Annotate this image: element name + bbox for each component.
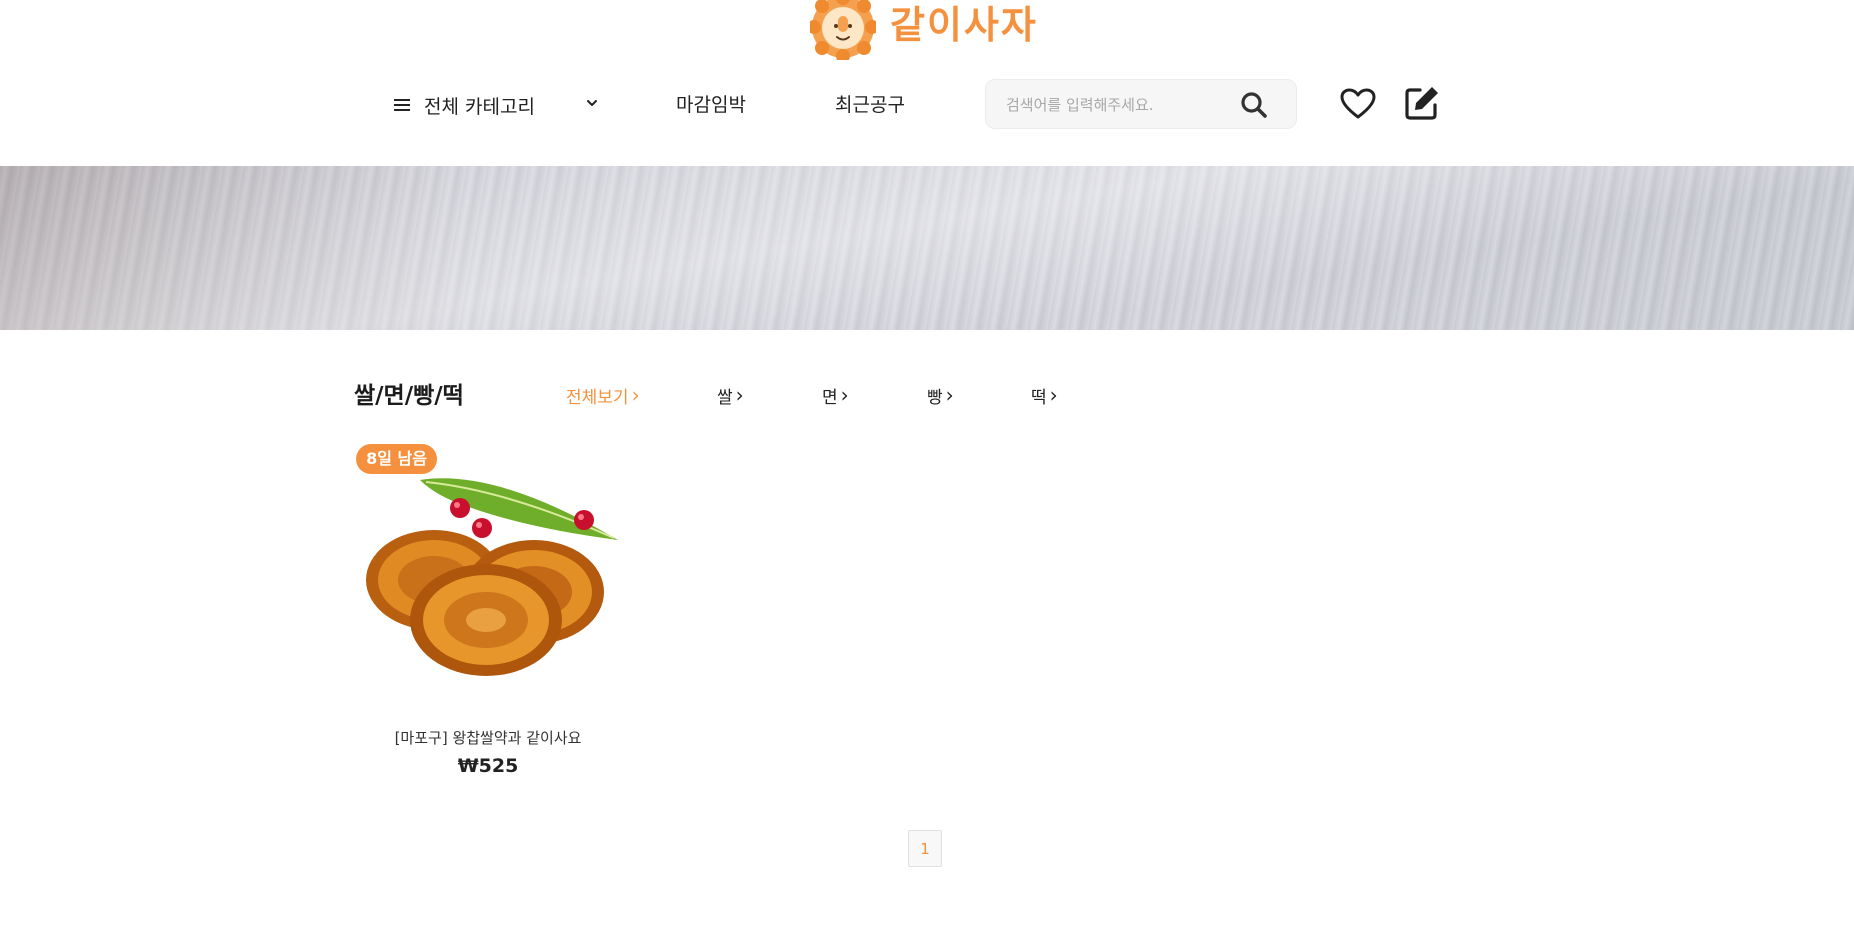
subcategory-label: 쌀 [717,388,733,408]
chevron-right-icon: › [1049,383,1058,407]
all-categories-label: 전체 카테고리 [424,95,535,118]
brand-name: 같이사자 [890,3,1038,47]
chevron-right-icon: › [945,383,954,407]
nav-link-closing-soon[interactable]: 마감임박 [676,90,746,120]
subcategory-rice-cake[interactable]: 떡 › [1031,383,1058,408]
heart-icon[interactable] [1340,88,1376,120]
subcategory-rice[interactable]: 쌀 › [717,383,744,408]
chevron-right-icon: › [840,383,849,407]
edit-icon[interactable] [1404,85,1440,121]
search-box [985,79,1297,130]
search-icon[interactable] [1240,91,1268,119]
site-logo[interactable]: 같이사자 [810,0,1050,60]
product-price: ₩525 [457,755,519,777]
subcategory-noodles[interactable]: 면 › [822,383,849,408]
search-input[interactable] [1004,80,1238,130]
days-left-badge: 8일 남음 [356,444,437,474]
pagination-page-1[interactable]: 1 [908,830,942,867]
subcategory-label: 면 [822,388,838,408]
hamburger-icon [394,96,410,114]
all-categories-button[interactable]: 전체 카테고리 [394,90,535,120]
product-image[interactable] [356,470,620,686]
chevron-down-icon[interactable] [585,96,599,110]
chevron-right-icon: › [631,383,640,407]
subcategory-label: 떡 [1031,388,1047,408]
lion-logo-icon [810,0,876,60]
subcategory-all[interactable]: 전체보기 › [566,383,640,408]
subcategory-bread[interactable]: 빵 › [927,383,954,408]
category-title: 쌀/면/빵/떡 [354,383,464,409]
product-name[interactable]: [마포구] 왕찹쌀약과 같이사요 [356,727,620,748]
category-banner [0,166,1854,330]
chevron-right-icon: › [735,383,744,407]
subcategory-label: 빵 [927,388,943,408]
subcategory-label: 전체보기 [566,388,629,408]
nav-link-recent-group-buy[interactable]: 최근공구 [835,90,905,120]
